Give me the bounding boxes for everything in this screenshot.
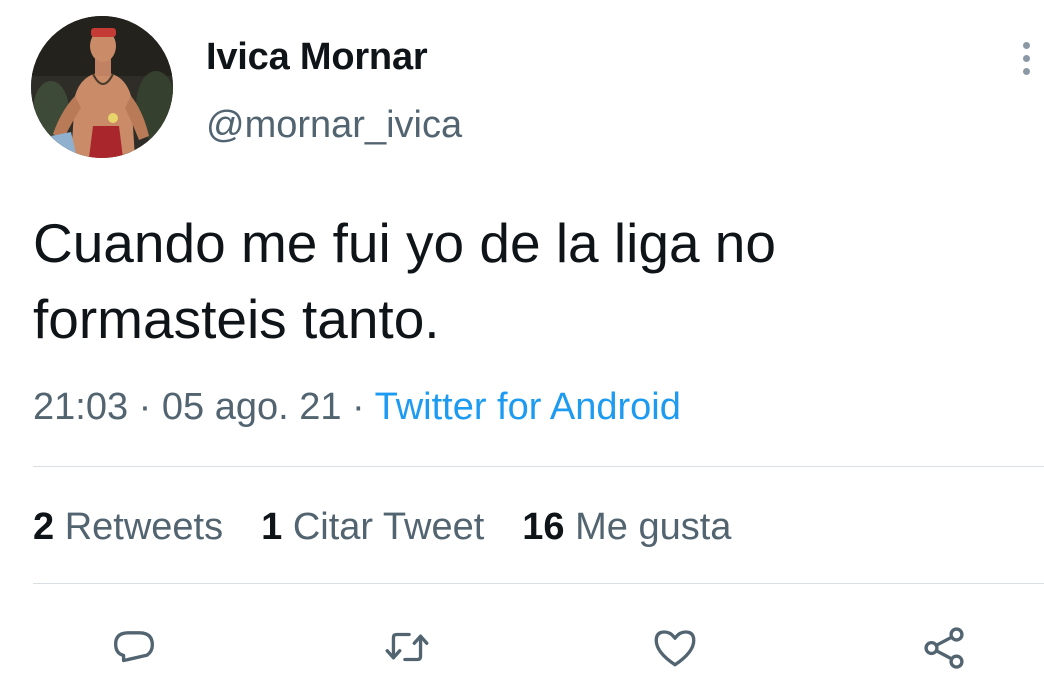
tweet-date[interactable]: 05 ago. 21 xyxy=(162,386,342,428)
retweets-count: 2 xyxy=(33,506,55,548)
divider xyxy=(33,583,1044,584)
tweet-time[interactable]: 21:03 xyxy=(33,386,128,428)
quotes-count: 1 xyxy=(261,506,283,548)
share-icon xyxy=(924,627,964,669)
share-button[interactable] xyxy=(917,620,971,674)
more-options-dot xyxy=(1022,67,1030,75)
reply-button[interactable] xyxy=(107,620,161,674)
more-options-button[interactable] xyxy=(1008,36,1044,80)
tweet-text: Cuando me fui yo de la liga no formastei… xyxy=(33,212,776,350)
retweets-stat[interactable]: 2 Retweets xyxy=(33,502,223,552)
author-handle[interactable]: @mornar_ivica xyxy=(206,100,462,150)
likes-label: Me gusta xyxy=(575,506,732,548)
reply-icon xyxy=(114,631,154,663)
retweets-label: Retweets xyxy=(64,506,224,548)
likes-stat[interactable]: 16 Me gusta xyxy=(522,502,731,552)
like-button[interactable] xyxy=(648,620,702,674)
more-options-dot xyxy=(1022,54,1030,62)
author-display-name[interactable]: Ivica Mornar xyxy=(206,32,428,82)
likes-count: 16 xyxy=(522,506,565,548)
more-options-icon xyxy=(1022,41,1030,49)
meta-separator: · xyxy=(128,386,162,428)
tweet-stats: 2 Retweets 1 Citar Tweet 16 Me gusta xyxy=(33,502,731,552)
divider xyxy=(33,466,1044,467)
retweet-icon xyxy=(385,632,429,662)
profile-photo-icon xyxy=(31,16,173,158)
retweet-button[interactable] xyxy=(380,620,434,674)
quotes-label: Citar Tweet xyxy=(292,506,485,548)
like-icon xyxy=(654,630,696,667)
meta-separator: · xyxy=(341,386,375,428)
avatar[interactable] xyxy=(31,16,173,158)
tweet-source-link[interactable]: Twitter for Android xyxy=(375,386,681,428)
quotes-stat[interactable]: 1 Citar Tweet xyxy=(261,502,484,552)
tweet-meta: 21:03 · 05 ago. 21 · Twitter for Android xyxy=(33,382,681,432)
